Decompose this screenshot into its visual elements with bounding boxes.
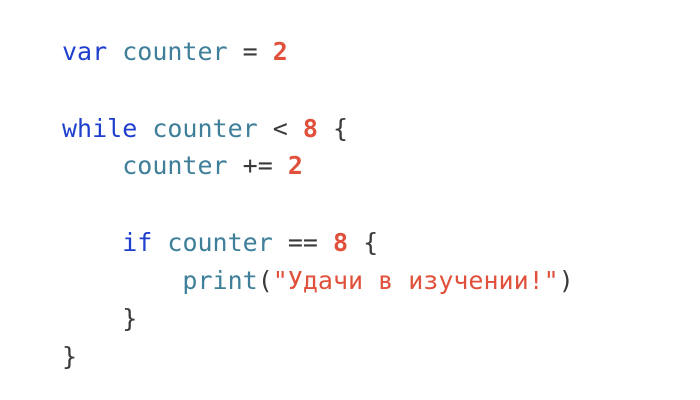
code-line-close-if: } [62,300,137,338]
keyword-while: while [62,114,138,143]
number-literal: 8 [332,228,349,257]
operator-assign: = [242,37,258,66]
code-line-close-while: } [62,338,77,376]
identifier-counter: counter [122,151,228,180]
code-line-if: if counter == 8 { [62,224,378,262]
operator-equals: == [287,228,318,257]
code-line-var-declaration: var counter = 2 [62,33,288,71]
operator-plus-assign: += [242,151,273,180]
open-paren: ( [257,266,273,295]
identifier-counter: counter [167,228,273,257]
number-literal: 8 [302,114,318,143]
identifier-counter: counter [122,37,228,66]
code-line-print: print("Удачи в изучении!") [62,262,574,300]
keyword-if: if [122,228,153,257]
code-snippet: var counter = 2 while counter < 8 { coun… [0,0,700,400]
code-line-while: while counter < 8 { [62,110,348,148]
keyword-var: var [62,37,108,66]
open-brace: { [333,114,349,143]
string-literal: "Удачи в изучении!" [272,266,559,295]
close-brace: } [62,342,78,371]
close-brace: } [122,304,138,333]
code-line-increment: counter += 2 [62,147,303,185]
identifier-counter: counter [152,114,258,143]
function-print: print [182,266,258,295]
number-literal: 2 [272,37,288,66]
close-paren: ) [558,266,574,295]
open-brace: { [363,228,379,257]
number-literal: 2 [287,151,303,180]
operator-less-than: < [272,114,288,143]
